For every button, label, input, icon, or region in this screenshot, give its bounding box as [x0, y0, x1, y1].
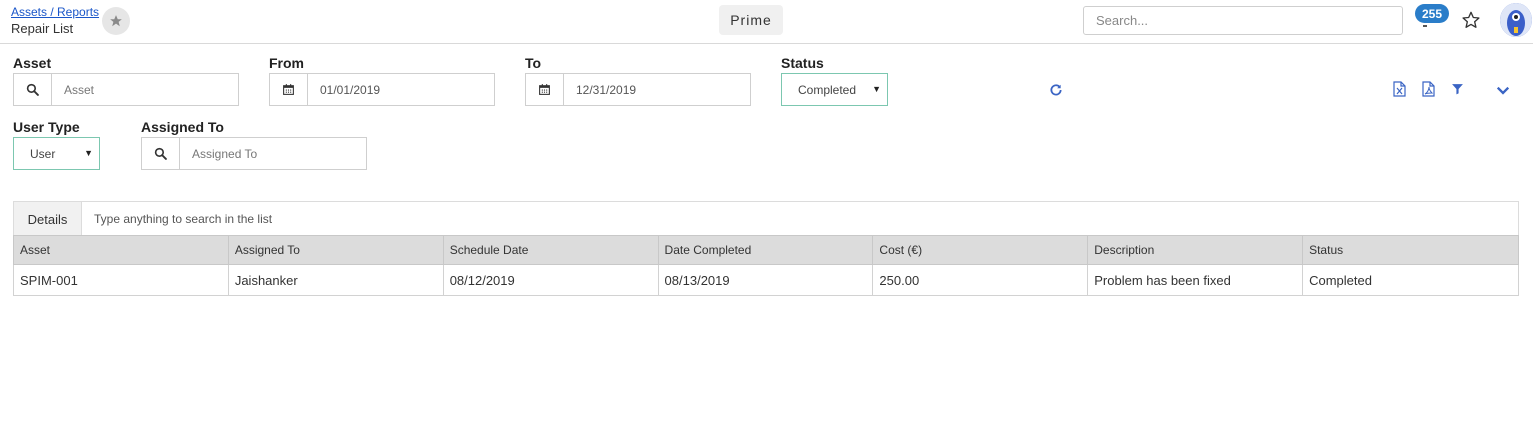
column-header-schedule-date[interactable]: Schedule Date [442, 235, 659, 265]
column-header-status[interactable]: Status [1302, 235, 1519, 265]
notification-indicator [1423, 25, 1427, 27]
to-date-filter [525, 73, 751, 106]
user-avatar-icon [1500, 3, 1532, 37]
list-search-input[interactable] [82, 202, 1518, 236]
excel-export-icon [1392, 81, 1406, 97]
asset-input[interactable] [52, 74, 238, 105]
column-header-cost[interactable]: Cost (€) [872, 235, 1089, 265]
export-pdf-button[interactable] [1419, 80, 1437, 98]
column-header-description[interactable]: Description [1087, 235, 1304, 265]
cell-schedule-date: 08/12/2019 [442, 264, 659, 296]
calendar-icon [283, 84, 294, 95]
list-tab-bar: Details [13, 201, 1519, 236]
status-select[interactable]: Completed ▼ [781, 73, 888, 106]
pdf-export-icon [1421, 81, 1435, 97]
user-type-select-value: User [30, 146, 56, 161]
to-calendar-button[interactable] [526, 74, 564, 105]
user-type-label: User Type [13, 119, 80, 135]
global-search-input[interactable] [1083, 6, 1403, 35]
repair-table: Asset Assigned To Schedule Date Date Com… [13, 235, 1519, 296]
to-label: To [525, 55, 542, 71]
user-type-select[interactable]: User ▼ [13, 137, 100, 170]
status-label: Status [781, 55, 824, 71]
cell-date-completed: 08/13/2019 [657, 264, 874, 296]
assigned-to-input[interactable] [180, 138, 366, 169]
from-label: From [269, 55, 304, 71]
tab-details[interactable]: Details [14, 202, 82, 236]
top-bar: Assets / Reports Repair List Prime 255 [0, 0, 1533, 44]
assigned-to-label: Assigned To [141, 119, 224, 135]
search-icon [154, 147, 167, 160]
star-icon [110, 15, 122, 27]
from-date-input[interactable] [308, 74, 494, 105]
refresh-icon [1050, 84, 1062, 96]
caret-down-icon: ▼ [872, 84, 881, 94]
notification-badge[interactable]: 255 [1415, 4, 1449, 23]
caret-down-icon: ▼ [84, 148, 93, 158]
table-row[interactable]: SPIM-001 Jaishanker 08/12/2019 08/13/201… [13, 264, 1519, 296]
breadcrumb[interactable]: Assets / Reports [11, 5, 99, 19]
cell-status: Completed [1302, 264, 1519, 296]
search-icon [26, 83, 39, 96]
star-outline-icon [1462, 11, 1480, 28]
refresh-button[interactable] [1047, 81, 1065, 99]
cell-assigned-to: Jaishanker [227, 264, 444, 296]
column-header-date-completed[interactable]: Date Completed [657, 235, 874, 265]
table-header-row: Asset Assigned To Schedule Date Date Com… [13, 235, 1519, 265]
avatar[interactable] [1500, 3, 1532, 37]
favorites-button[interactable] [1461, 10, 1481, 30]
from-date-filter [269, 73, 495, 106]
cell-description: Problem has been fixed [1087, 264, 1304, 296]
calendar-icon [539, 84, 550, 95]
assigned-to-filter [141, 137, 367, 170]
assigned-to-search-button[interactable] [142, 138, 180, 169]
column-header-asset[interactable]: Asset [13, 235, 229, 265]
from-calendar-button[interactable] [270, 74, 308, 105]
filter-button[interactable] [1448, 80, 1466, 98]
export-excel-button[interactable] [1390, 80, 1408, 98]
filter-icon [1451, 84, 1463, 95]
column-header-assigned-to[interactable]: Assigned To [227, 235, 444, 265]
prime-button[interactable]: Prime [719, 5, 783, 35]
status-select-value: Completed [798, 82, 857, 97]
chevron-down-icon [1496, 86, 1510, 95]
asset-search-button[interactable] [14, 74, 52, 105]
cell-cost: 250.00 [872, 264, 1089, 296]
page-title: Repair List [11, 21, 74, 36]
favorite-button[interactable] [102, 7, 130, 35]
asset-label: Asset [13, 55, 52, 71]
expand-filters-button[interactable] [1494, 81, 1512, 99]
to-date-input[interactable] [564, 74, 750, 105]
cell-asset: SPIM-001 [13, 264, 229, 296]
asset-filter [13, 73, 239, 106]
